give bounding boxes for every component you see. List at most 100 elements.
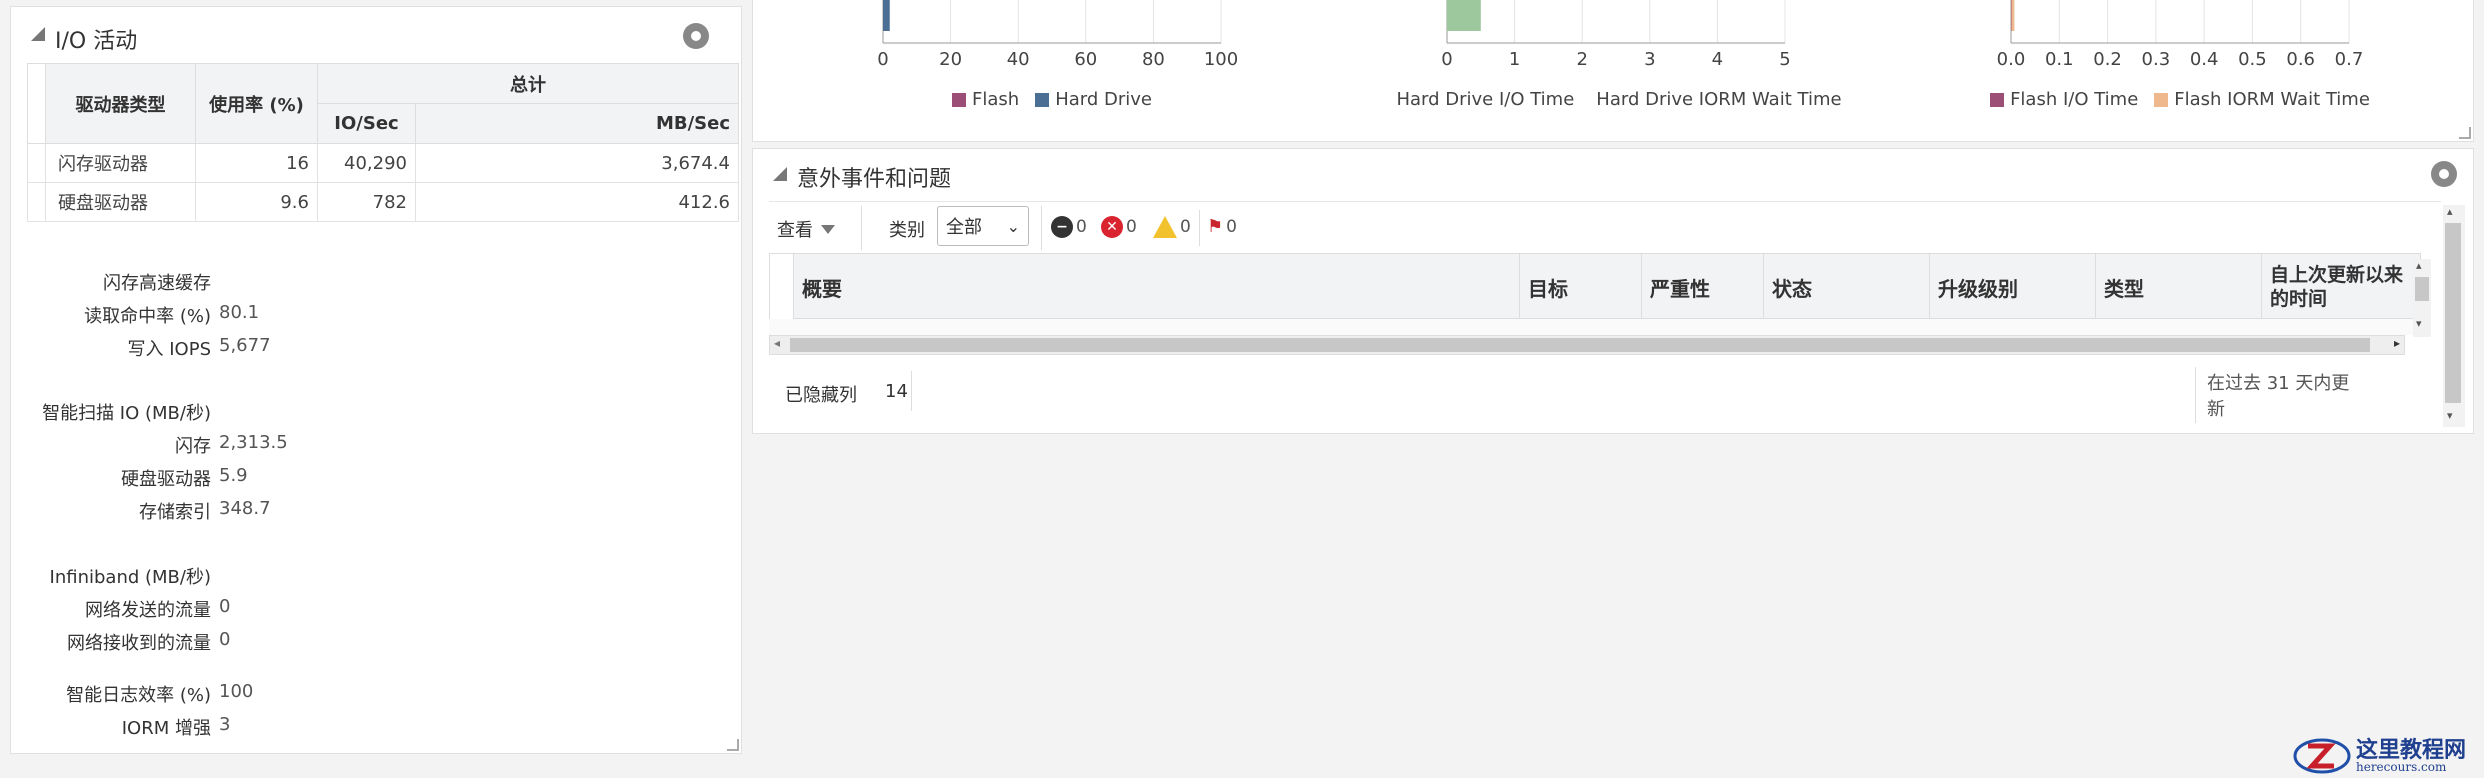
incidents-table-body [769, 319, 2421, 335]
legend-label: Flash I/O Time [2010, 89, 2139, 110]
fatal-icon: − [1051, 216, 1073, 238]
x-tick-label: 0 [877, 49, 889, 70]
col-severity[interactable]: 严重性 [1642, 254, 1764, 320]
incidents-toolbar: 查看 类别 全部 ⌄ − 0 ✕ 0 0 ⚑ 0 [769, 201, 2441, 253]
mb-cell: 3,674.4 [415, 143, 739, 183]
view-menu[interactable]: 查看 [777, 216, 835, 242]
col-total: 总计 [317, 63, 739, 104]
util-cell: 9.6 [195, 182, 318, 222]
legend-swatch [1035, 92, 1050, 107]
bar-flash-iorm-wait-time[interactable] [2011, 0, 2015, 31]
smart-scan-heading: 智能扫描 IO (MB/秒) [42, 403, 211, 424]
x-tick-label: 80 [1141, 49, 1165, 70]
drive-type-cell: 硬盘驱动器 [45, 182, 196, 222]
time-range-text: 在过去 31 天内更新 [2207, 373, 2350, 420]
table-vertical-scrollbar[interactable]: ▴ ▾ [2413, 259, 2431, 337]
resize-handle-icon[interactable] [727, 739, 739, 751]
settings-gear-icon[interactable] [2429, 159, 2459, 189]
incidents-table-header: 概要 目标 严重性 状态 升级级别 类型 自上次更新以来的时间 [769, 253, 2421, 320]
horizontal-scrollbar[interactable]: ◂ ▸ [769, 335, 2405, 355]
vscroll-thumb[interactable] [2445, 223, 2461, 403]
view-menu-label: 查看 [777, 220, 813, 241]
io-activity-panel: I/O 活动 驱动器类型 使用率 (%) 总计 IO/Sec MB/Sec 闪存… [10, 6, 742, 754]
warning-filter[interactable]: 0 [1153, 216, 1191, 238]
col-type[interactable]: 类型 [2096, 254, 2262, 320]
fatal-count: 0 [1076, 217, 1087, 237]
chart-legend: Hard Drive I/O Time Hard Drive IORM Wait … [1396, 89, 1841, 110]
hidden-columns-label: 已隐藏列 [785, 385, 857, 406]
net-recv-label: 网络接收到的流量 [67, 633, 211, 654]
x-tick-label: 0.6 [2286, 49, 2316, 70]
col-last-updated[interactable]: 自上次更新以来的时间 [2262, 254, 2408, 320]
escalated-filter[interactable]: ⚑ 0 [1207, 216, 1237, 237]
table-row[interactable]: 闪存驱动器 16 40,290 3,674.4 [27, 143, 739, 183]
charts-svg [882, 0, 2350, 44]
x-tick-label: 2 [1576, 49, 1588, 70]
write-iops-label: 写入 IOPS [127, 339, 211, 360]
x-tick-label: 3 [1644, 49, 1656, 70]
col-io-sec: IO/Sec [317, 103, 416, 144]
scroll-down-icon[interactable]: ▾ [2447, 409, 2453, 422]
vertical-scrollbar[interactable]: ▴ ▾ [2443, 205, 2465, 427]
x-tick-label: 1 [1508, 49, 1521, 70]
legend-swatch [2154, 92, 2169, 107]
scroll-up-icon[interactable]: ▴ [2447, 205, 2453, 218]
bar-hard-drive[interactable] [883, 0, 890, 31]
col-escalation[interactable]: 升级级别 [1930, 254, 2096, 320]
flash-cache-heading: 闪存高速缓存 [103, 273, 211, 294]
mb-cell: 412.6 [415, 182, 739, 222]
flag-icon: ⚑ [1207, 216, 1224, 237]
watermark-url: herecours.com [2355, 760, 2447, 774]
x-tick-label: 0.3 [2141, 49, 2171, 70]
hidden-columns-value: 14 [885, 381, 908, 402]
col-utilization: 使用率 (%) [195, 63, 318, 144]
escalated-count: 0 [1226, 216, 1237, 237]
infiniband-heading: Infiniband (MB/秒) [49, 567, 211, 588]
write-iops-value: 5,677 [219, 335, 271, 356]
io-cell: 782 [317, 182, 416, 222]
scroll-down-icon[interactable]: ▾ [2416, 317, 2422, 330]
legend-swatch [1990, 92, 2005, 107]
x-tick-label: 0.5 [2238, 49, 2267, 70]
dropdown-arrow-icon [821, 224, 835, 234]
vscroll-thumb[interactable] [2415, 277, 2429, 301]
settings-gear-icon[interactable] [681, 21, 711, 51]
resize-handle-icon[interactable] [2459, 127, 2471, 139]
panel-title: I/O 活动 [55, 29, 138, 54]
bar-hard-drive-iorm-wait-time[interactable] [1447, 0, 1481, 31]
critical-count: 0 [1126, 217, 1137, 237]
category-select[interactable]: 全部 ⌄ [937, 206, 1029, 246]
legend-label: Hard Drive IORM Wait Time [1596, 89, 1842, 110]
critical-filter[interactable]: ✕ 0 [1101, 216, 1137, 238]
scroll-up-icon[interactable]: ▴ [2416, 259, 2422, 272]
category-label: 类别 [889, 220, 925, 241]
col-summary[interactable]: 概要 [794, 254, 1520, 320]
iorm-label: IORM 增强 [121, 718, 211, 739]
x-tick-label: 4 [1711, 49, 1724, 70]
drive-type-cell: 闪存驱动器 [45, 143, 196, 183]
legend-swatch [952, 92, 967, 107]
scroll-right-icon[interactable]: ▸ [2394, 336, 2400, 350]
x-tick-label: 0.1 [2044, 49, 2074, 70]
col-status[interactable]: 状态 [1764, 254, 1930, 320]
collapse-triangle-icon[interactable] [31, 27, 45, 41]
col-target[interactable]: 目标 [1520, 254, 1642, 320]
x-tick-label: 0.7 [2334, 49, 2364, 70]
x-tick-label: 0.4 [2189, 49, 2219, 70]
legend-label: Flash [972, 89, 1020, 110]
x-tick-label: 100 [1203, 49, 1239, 70]
smart-scan-hdd-label: 硬盘驱动器 [121, 469, 211, 490]
col-mb-sec: MB/Sec [415, 103, 739, 144]
col-drive-type: 驱动器类型 [45, 63, 196, 144]
panel-title: 意外事件和问题 [797, 167, 952, 192]
table-row[interactable]: 硬盘驱动器 9.6 782 412.6 [27, 182, 739, 222]
critical-icon: ✕ [1101, 216, 1123, 238]
storage-index-label: 存储索引 [139, 502, 211, 523]
incidents-panel: 意外事件和问题 查看 类别 全部 ⌄ − 0 ✕ 0 0 ⚑ 0 概要 目标 严… [752, 148, 2474, 434]
collapse-triangle-icon[interactable] [773, 167, 787, 181]
legend-label: Hard Drive [1055, 89, 1152, 110]
scrollbar-thumb[interactable] [790, 338, 2370, 352]
fatal-filter[interactable]: − 0 [1051, 216, 1087, 238]
warning-icon [1153, 216, 1177, 238]
scroll-left-icon[interactable]: ◂ [774, 336, 780, 350]
